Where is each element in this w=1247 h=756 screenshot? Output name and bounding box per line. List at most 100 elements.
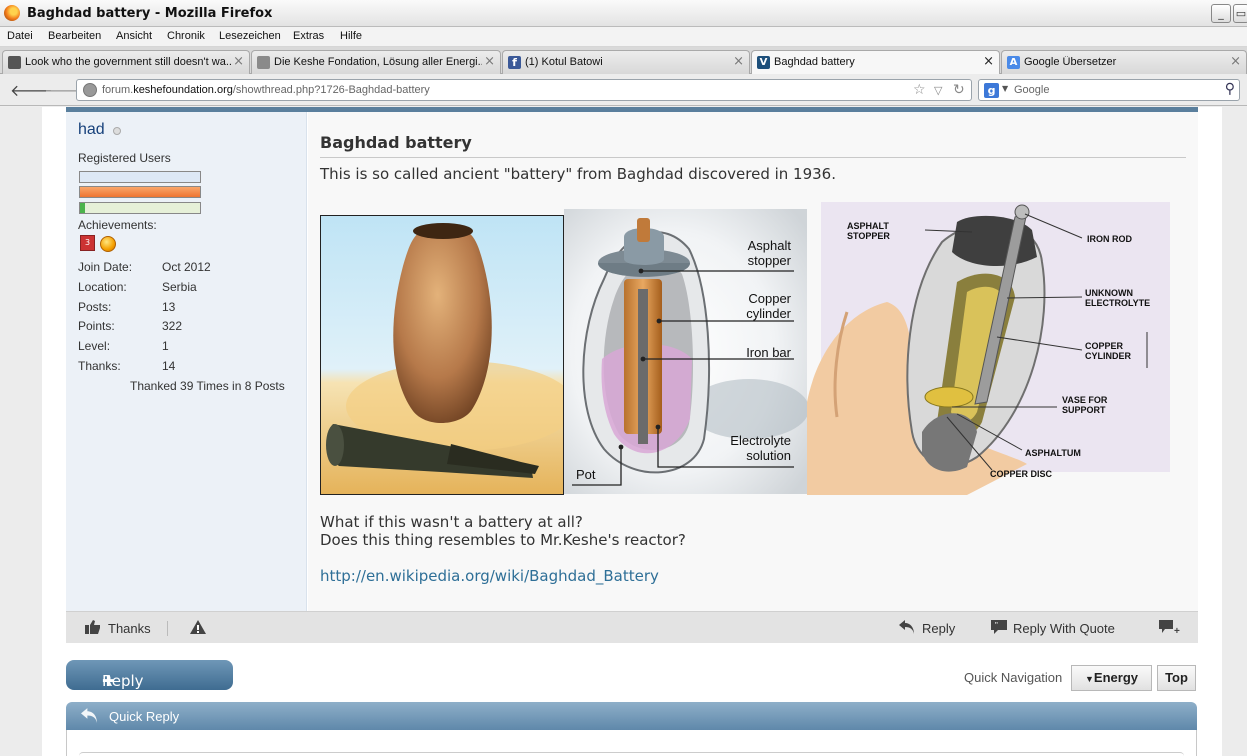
maximize-button[interactable]: ▭ (1233, 4, 1247, 23)
search-icon[interactable]: ⚲ (1225, 81, 1235, 97)
wikipedia-link[interactable]: http://en.wikipedia.org/wiki/Baghdad_Bat… (320, 567, 659, 585)
navigation-bar: 🡐 🡒 forum.keshefoundation.org/showthread… (0, 74, 1247, 106)
activity-bar (79, 186, 201, 198)
minimize-button[interactable]: _ (1211, 4, 1231, 23)
reply-with-quote-button[interactable]: Reply With Quote (1013, 621, 1115, 636)
tab-baghdad-battery[interactable]: V Baghdad battery × (751, 50, 1000, 75)
location-value: Serbia (162, 280, 197, 294)
multi-quote-icon[interactable]: + (1159, 620, 1183, 634)
username-link[interactable]: had (78, 121, 105, 139)
vbulletin-icon: V (757, 56, 770, 69)
cutaway-label-stopper: STOPPER (847, 231, 890, 241)
thanks-button[interactable]: Thanks (108, 621, 151, 636)
svg-text:+: + (1174, 626, 1180, 634)
chevron-down-icon[interactable]: ▼ (1002, 84, 1008, 93)
menu-hilfe[interactable]: Hilfe (340, 30, 362, 42)
address-bar[interactable]: forum.keshefoundation.org/showthread.php… (76, 79, 972, 101)
cutaway-label-iron-rod: IRON ROD (1087, 234, 1133, 244)
achievement-badge-icon[interactable]: 3 (80, 235, 95, 251)
quick-reply-body (66, 730, 1197, 756)
star-icon[interactable]: ☆ (913, 82, 926, 98)
posts-value: 13 (162, 300, 176, 314)
thumbs-up-icon[interactable] (85, 620, 101, 634)
reputation-bar (79, 171, 201, 183)
post-question-1: What if this wasn't a battery at all? (320, 513, 583, 531)
close-icon[interactable]: × (983, 54, 994, 69)
points-label: Points: (78, 319, 115, 333)
label-copper: Copper (748, 291, 791, 306)
cutaway-label-unknown: UNKNOWN (1085, 288, 1133, 298)
quick-navigation-label: Quick Navigation (964, 670, 1063, 685)
search-input[interactable]: Google (1014, 84, 1049, 96)
thanked-count: Thanked 39 Times in 8 Posts (130, 379, 285, 393)
tab-label: Google Übersetzer (1024, 56, 1117, 68)
svg-text:": " (995, 621, 998, 630)
close-icon[interactable]: × (733, 54, 744, 69)
quote-bubble-icon[interactable]: " (991, 620, 1007, 634)
divider (167, 621, 168, 636)
tab-label: Die Keshe Fondation, Lösung aller Energi… (274, 56, 482, 68)
menu-lesezeichen[interactable]: Lesezeichen (219, 30, 281, 42)
tab-government[interactable]: Look who the government still doesn't wa… (2, 50, 250, 74)
firefox-logo-icon (4, 5, 20, 21)
menu-ansicht[interactable]: Ansicht (116, 30, 152, 42)
divider (320, 157, 1186, 158)
close-icon[interactable]: × (1230, 54, 1241, 69)
tab-facebook[interactable]: f (1) Kotul Batowi × (502, 50, 750, 74)
cutaway-label-vase: VASE FOR (1062, 395, 1108, 405)
achievement-medal-icon[interactable] (100, 236, 116, 252)
report-warning-icon[interactable] (190, 620, 206, 634)
translate-icon: A (1007, 56, 1020, 69)
globe-icon (83, 83, 97, 97)
artifact-photo (320, 215, 576, 495)
cutaway-label-asphalt: ASPHALT (847, 221, 889, 231)
forum-jump-select[interactable]: ▼Energy (1071, 665, 1152, 691)
menu-datei[interactable]: Datei (7, 30, 33, 42)
tab-keshe-fondation[interactable]: Die Keshe Fondation, Lösung aller Energi… (251, 50, 501, 74)
location-label: Location: (78, 280, 127, 294)
page-icon (8, 56, 21, 69)
cutaway-illustration-graphic: ASPHALT STOPPER IRON ROD UNKNOWN ELECTRO… (807, 202, 1170, 495)
menu-bearbeiten[interactable]: Bearbeiten (48, 30, 101, 42)
reply-to-thread-button[interactable]: ✚ Reply to Thread (66, 660, 233, 726)
quick-reply-title: Quick Reply (109, 709, 180, 724)
search-bar[interactable]: g ▼ Google ⚲ (978, 79, 1240, 101)
tab-google-translate[interactable]: A Google Übersetzer × (1001, 50, 1247, 74)
quick-reply-editor[interactable] (79, 752, 1184, 756)
address-url[interactable]: forum.keshefoundation.org/showthread.php… (102, 84, 430, 96)
thanks-value: 14 (162, 359, 176, 373)
menu-bar: Datei Bearbeiten Ansicht Chronik Lesezei… (0, 27, 1247, 47)
label-asphalt: Asphalt (748, 238, 792, 253)
tab-bar: Look who the government still doesn't wa… (0, 47, 1247, 75)
close-icon[interactable]: × (233, 54, 244, 69)
google-icon[interactable]: g (984, 83, 999, 98)
menu-extras[interactable]: Extras (293, 30, 324, 42)
label-stopper: stopper (748, 253, 792, 268)
reload-icon[interactable]: ↻ (953, 82, 965, 98)
cutaway-label-electrolyte: ELECTROLYTE (1085, 298, 1150, 308)
chevron-down-icon: ▼ (1085, 674, 1094, 684)
label-cylinder: cylinder (746, 306, 791, 321)
reply-arrow-icon[interactable] (899, 620, 915, 634)
cutaway-label-copper-disc: COPPER DISC (990, 469, 1053, 479)
close-icon[interactable]: × (484, 54, 495, 69)
menu-chronik[interactable]: Chronik (167, 30, 205, 42)
level-value: 1 (162, 339, 169, 353)
cutaway-label-asphaltum: ASPHALTUM (1025, 448, 1081, 458)
cutaway-label-support: SUPPORT (1062, 405, 1106, 415)
top-button[interactable]: Top (1157, 665, 1196, 691)
cutaway-label-copper: COPPER (1085, 341, 1124, 351)
label-electrolyte: Electrolyte (730, 433, 791, 448)
label-pot: Pot (576, 467, 596, 482)
post-title: Baghdad battery (320, 133, 472, 152)
window-titlebar: Baghdad battery - Mozilla Firefox _ ▭ (0, 0, 1247, 27)
posts-label: Posts: (78, 300, 112, 314)
post-question-2: Does this thing resembles to Mr.Keshe's … (320, 531, 686, 549)
dropdown-arrow-icon[interactable]: ▽ (934, 84, 942, 97)
quick-reply-header[interactable]: Quick Reply (66, 702, 1197, 730)
join-date-label: Join Date: (78, 260, 133, 274)
tab-label: (1) Kotul Batowi (525, 56, 603, 68)
points-value: 322 (162, 319, 183, 333)
reply-button[interactable]: Reply (922, 621, 955, 636)
battery-diagram-graphic: Asphalt stopper Copper cylinder Iron bar… (564, 209, 809, 494)
